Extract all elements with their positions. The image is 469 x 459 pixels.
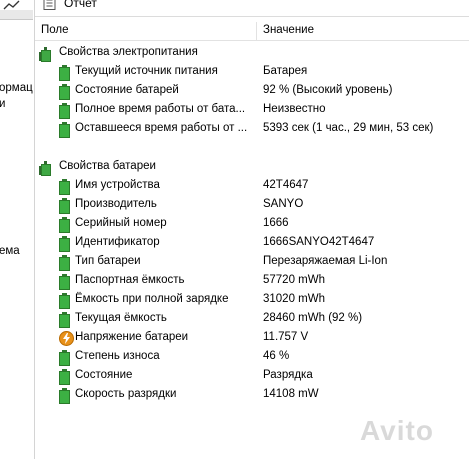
battery-icon <box>58 198 71 214</box>
property-row[interactable]: Состояние Разрядка <box>35 367 469 386</box>
property-value: 11.757 V <box>263 331 309 343</box>
property-row[interactable]: Текущий источник питания Батарея <box>35 63 469 82</box>
property-value: 14108 mW <box>263 388 319 400</box>
property-row[interactable]: Имя устройства 42T4647 <box>35 177 469 196</box>
battery-icon <box>58 179 71 195</box>
property-row[interactable]: Полное время работы от бата... Неизвестно <box>35 101 469 120</box>
property-value: Перезаряжаемая Li-Ion <box>263 255 388 267</box>
battery-icon <box>58 255 71 271</box>
property-name: Идентификатор <box>75 236 160 248</box>
property-value: 92 % (Высокий уровень) <box>263 84 393 96</box>
column-header: Поле Значение <box>35 22 469 41</box>
battery-icon <box>58 122 71 138</box>
battery-icon <box>58 65 71 81</box>
tree-item-fragment[interactable]: и <box>0 98 5 110</box>
property-value: 1666SANYO42T4647 <box>263 236 375 248</box>
battery-icon <box>58 84 71 100</box>
battery-group-icon <box>39 161 53 176</box>
property-name: Производитель <box>75 198 157 210</box>
navigation-tree-panel[interactable]: ормац и ема <box>0 0 35 459</box>
property-name: Паспортная ёмкость <box>75 274 185 286</box>
voltage-icon <box>59 331 74 346</box>
battery-icon <box>58 236 71 252</box>
column-separator[interactable] <box>256 22 257 40</box>
property-name: Серийный номер <box>75 217 167 229</box>
property-row[interactable]: Оставшееся время работы от ... 5393 сек (… <box>35 120 469 139</box>
property-value: Неизвестно <box>263 103 326 115</box>
property-row[interactable]: Паспортная ёмкость 57720 mWh <box>35 272 469 291</box>
property-value: 28460 mWh (92 %) <box>263 312 363 324</box>
property-value: 42T4647 <box>263 179 309 191</box>
tree-item-fragment[interactable]: ормац <box>0 82 33 94</box>
property-row[interactable]: Текущая ёмкость 28460 mWh (92 %) <box>35 310 469 329</box>
battery-icon <box>58 388 71 404</box>
property-value: 57720 mWh <box>263 274 326 286</box>
property-row[interactable]: Тип батареи Перезаряжаемая Li-Ion <box>35 253 469 272</box>
tree-item-fragment[interactable]: ема <box>0 245 20 257</box>
property-row[interactable]: Напряжение батареи 11.757 V <box>35 329 469 348</box>
property-name: Тип батареи <box>75 255 141 267</box>
group-title: Свойства батареи <box>59 160 156 172</box>
document-icon <box>43 0 56 10</box>
property-name: Ёмкость при полной зарядке <box>75 293 229 305</box>
selected-tree-item[interactable] <box>0 10 33 20</box>
property-name: Оставшееся время работы от ... <box>75 122 248 134</box>
property-value: 31020 mWh <box>263 293 326 305</box>
property-name: Текущая ёмкость <box>75 312 167 324</box>
property-row[interactable]: Идентификатор 1666SANYO42T4647 <box>35 234 469 253</box>
property-name: Скорость разрядки <box>75 388 177 400</box>
column-header-field[interactable]: Поле <box>41 24 69 36</box>
property-name: Состояние <box>75 369 133 381</box>
property-row[interactable]: Степень износа 46 % <box>35 348 469 367</box>
battery-icon <box>58 350 71 366</box>
battery-icon <box>58 312 71 328</box>
property-name: Текущий источник питания <box>75 65 218 77</box>
battery-icon <box>58 274 71 290</box>
property-value: SANYO <box>263 198 304 210</box>
property-row[interactable]: Состояние батарей 92 % (Высокий уровень) <box>35 82 469 101</box>
property-row[interactable]: Производитель SANYO <box>35 196 469 215</box>
group-header[interactable]: Свойства батареи <box>35 158 469 177</box>
column-header-value[interactable]: Значение <box>263 24 314 36</box>
property-row[interactable]: Скорость разрядки 14108 mW <box>35 386 469 405</box>
property-name: Полное время работы от бата... <box>75 103 246 115</box>
property-value: 1666 <box>263 217 289 229</box>
property-value: Разрядка <box>263 369 313 381</box>
battery-icon <box>58 369 71 385</box>
chart-icon <box>3 0 20 10</box>
group-title: Свойства электропитания <box>59 46 198 58</box>
report-button[interactable]: Отчет <box>43 0 97 12</box>
property-value: 46 % <box>263 350 290 362</box>
property-value: 5393 сек (1 час., 29 мин, 53 сек) <box>263 122 434 134</box>
property-row[interactable]: Ёмкость при полной зарядке 31020 mWh <box>35 291 469 310</box>
report-button-label: Отчет <box>64 0 97 10</box>
property-value: Батарея <box>263 65 308 77</box>
battery-group-icon <box>39 47 53 62</box>
property-name: Состояние батарей <box>75 84 179 96</box>
property-name: Напряжение батареи <box>75 331 189 343</box>
battery-icon <box>58 217 71 233</box>
avito-watermark: Avito <box>360 415 434 446</box>
battery-icon <box>58 293 71 309</box>
toolbar: Отчет <box>35 0 469 17</box>
battery-icon <box>58 103 71 119</box>
property-row[interactable]: Серийный номер 1666 <box>35 215 469 234</box>
property-name: Имя устройства <box>75 179 160 191</box>
group-header[interactable]: Свойства электропитания <box>35 44 469 63</box>
property-name: Степень износа <box>75 350 160 362</box>
